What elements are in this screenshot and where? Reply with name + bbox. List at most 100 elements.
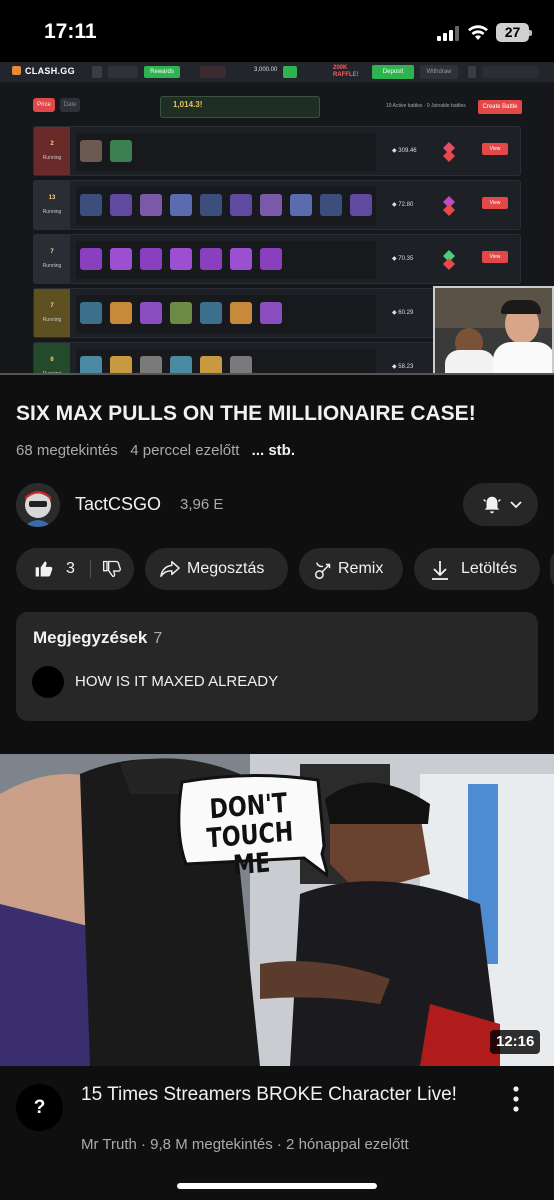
top-comment-text: HOW IS IT MAXED ALREADY	[75, 673, 279, 690]
video-meta[interactable]: 68 megtekintés 4 perccel ezelőtt ... stb…	[16, 442, 295, 459]
comment-avatar	[32, 666, 64, 698]
battle-price: ◆ 58.23	[392, 364, 414, 370]
battle-player-count: 2	[50, 141, 54, 147]
case-icon	[200, 248, 222, 270]
next-video-meta: Mr Truth · 9,8 M megtekintés · 2 hónappa…	[81, 1136, 409, 1153]
case-icon	[200, 302, 222, 324]
view-count: 68 megtekintés	[16, 442, 118, 459]
download-label: Letöltés	[461, 560, 518, 577]
battle-row: 2 Running ◆ 309.46 View	[33, 126, 521, 176]
case-icon	[200, 194, 222, 216]
like-count: 3	[66, 560, 75, 577]
more-options-icon[interactable]	[508, 1084, 524, 1114]
subscription-bell-button[interactable]	[463, 483, 538, 526]
case-icon	[140, 302, 162, 324]
download-button[interactable]: Letöltés	[414, 548, 540, 590]
view-battle-button: View	[482, 251, 508, 263]
home-icon	[92, 66, 102, 78]
thumbs-down-icon[interactable]	[102, 559, 122, 579]
battle-player-count-cell: 2 Running	[34, 127, 70, 175]
battle-player-count: 7	[50, 303, 54, 309]
description-more-link[interactable]: ... stb.	[252, 442, 295, 459]
battle-player-count-cell: 7 Running	[34, 289, 70, 337]
case-icon	[170, 248, 192, 270]
case-icon	[230, 302, 252, 324]
comments-count: 7	[153, 630, 163, 647]
bell-icon	[483, 496, 501, 514]
jackpot-panel: 1,014.3!	[160, 96, 320, 118]
battle-player-count: 13	[48, 195, 56, 201]
case-icon	[110, 302, 132, 324]
comments-section[interactable]: Megjegyzések 7 HOW IS IT MAXED ALREADY	[16, 612, 538, 721]
case-icon	[170, 194, 192, 216]
case-icon	[260, 194, 282, 216]
battle-price: ◆ 72.80	[392, 202, 414, 208]
next-video-thumbnail[interactable]: DON'T TOUCH ME	[0, 754, 554, 1066]
case-icon	[230, 194, 252, 216]
case-icon	[290, 194, 312, 216]
battle-price: ◆ 70.35	[392, 256, 414, 262]
cellular-signal-icon	[437, 26, 459, 41]
remix-button[interactable]: Remix	[299, 548, 403, 590]
battle-player-count-cell: 13 Running	[34, 181, 70, 229]
filter-price: Price	[33, 98, 55, 112]
battle-row: 13 Running ◆ 72.80 View	[33, 180, 521, 230]
battle-price: ◆ 309.46	[392, 148, 417, 154]
user-menu	[482, 66, 538, 78]
balance: 3,000.00	[254, 67, 278, 73]
case-icon	[110, 140, 132, 162]
comments-header: Megjegyzések 7	[33, 628, 162, 648]
wifi-icon	[468, 25, 488, 40]
more-actions-chip[interactable]	[550, 548, 554, 590]
case-icon	[320, 194, 342, 216]
battle-status: Running	[42, 209, 62, 215]
battle-player-count-cell: 6Running	[34, 343, 70, 375]
case-icon	[260, 302, 282, 324]
video-title[interactable]: SIX MAX PULLS ON THE MILLIONAIRE CASE!	[16, 402, 536, 426]
upload-age: 4 perccel ezelőtt	[130, 442, 240, 459]
case-icon	[140, 194, 162, 216]
case-icon	[80, 248, 102, 270]
share-button[interactable]: Megosztás	[145, 548, 288, 590]
battle-mode-icon	[443, 196, 455, 216]
withdraw-button: Withdraw	[420, 65, 458, 79]
rewards-button: Rewards	[144, 66, 180, 78]
view-battle-button: View	[482, 143, 508, 155]
battle-status: Running	[42, 155, 62, 161]
create-battle-button: Create Battle	[478, 100, 522, 114]
thumbs-up-icon	[35, 561, 53, 577]
next-video-channel-avatar[interactable]: ?	[16, 1084, 63, 1131]
video-player[interactable]: CLASH.GG Rewards 3,000.00 200K RAFFLE! D…	[0, 62, 554, 375]
race-badge	[200, 66, 226, 78]
raffle-banner: 200K RAFFLE!	[333, 65, 359, 78]
status-time: 17:11	[44, 20, 97, 43]
view-battle-button: View	[482, 197, 508, 209]
case-icon	[170, 302, 192, 324]
deposit-button: Deposit	[372, 65, 414, 79]
site-nav-bar: CLASH.GG Rewards 3,000.00 200K RAFFLE! D…	[0, 62, 554, 82]
channel-avatar[interactable]	[16, 483, 60, 527]
thumbnail-caption: DON'T TOUCH ME	[205, 787, 295, 882]
channel-name[interactable]: TactCSGO	[75, 494, 161, 515]
case-icon	[350, 194, 372, 216]
site-logo: CLASH.GG	[12, 66, 75, 76]
share-icon	[160, 561, 180, 577]
video-duration-badge: 12:16	[490, 1030, 541, 1054]
case-icon	[110, 248, 132, 270]
share-label: Megosztás	[187, 560, 265, 577]
home-indicator[interactable]	[177, 1183, 377, 1189]
battle-price: ◆ 60.29	[392, 310, 414, 316]
battle-case-strip	[76, 295, 376, 333]
comments-title: Megjegyzések	[33, 628, 148, 647]
remix-label: Remix	[338, 560, 384, 577]
video-progress-bar[interactable]	[0, 373, 554, 375]
battle-row: 7 Running ◆ 70.35 View	[33, 234, 521, 284]
download-icon	[432, 561, 448, 580]
case-icon	[110, 194, 132, 216]
next-video-title[interactable]: 15 Times Streamers BROKE Character Live!	[81, 1082, 481, 1107]
battle-case-strip	[76, 241, 376, 279]
like-dislike-button[interactable]: 3	[16, 548, 134, 590]
speech-bubble: DON'T TOUCH ME	[172, 772, 328, 881]
like-divider	[90, 560, 91, 578]
battle-mode-icon	[443, 142, 455, 162]
